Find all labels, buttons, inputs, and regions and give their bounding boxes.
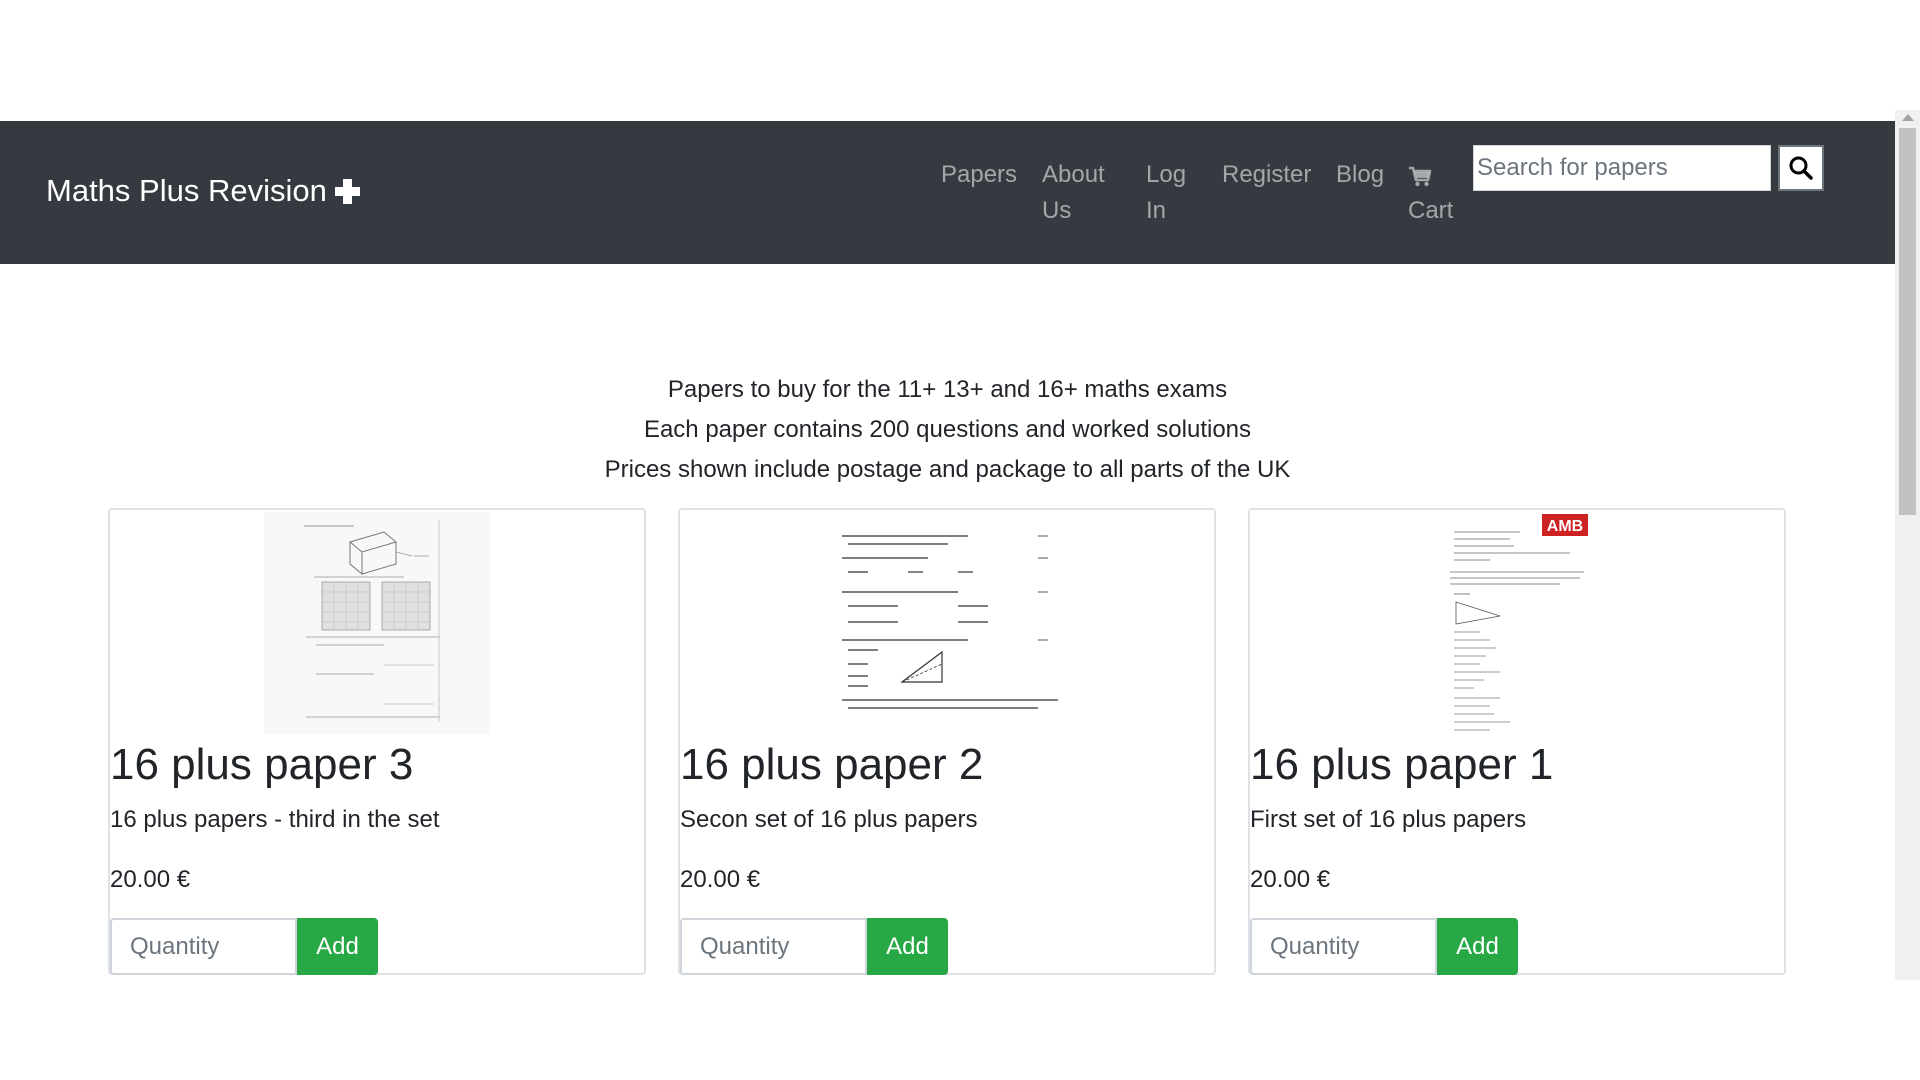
intro-line-questions: Each paper contains 200 questions and wo…: [643, 416, 1252, 443]
product-card: 16 plus paper 3 16 plus papers - third i…: [108, 508, 646, 975]
product-price: 20.00 €: [110, 866, 191, 893]
product-price: 20.00 €: [680, 866, 761, 893]
nav-link-cart[interactable]: Cart: [1408, 157, 1453, 229]
thumbnail-logo: AMB: [1547, 518, 1583, 535]
add-to-cart-button[interactable]: Add: [297, 918, 378, 975]
search-icon: [1789, 156, 1813, 180]
product-title[interactable]: 16 plus paper 1: [1250, 735, 1553, 795]
add-to-cart-button[interactable]: Add: [867, 918, 948, 975]
top-navbar: Maths Plus Revision Papers About Us Log …: [0, 121, 1895, 264]
product-card: 16 plus paper 2 Secon set of 16 plus pap…: [678, 508, 1216, 975]
product-card: AMB 16 plus paper 1 First set of 16 plus…: [1248, 508, 1786, 975]
page-scrollbar[interactable]: [1895, 110, 1920, 980]
shopping-cart-icon: [1409, 166, 1432, 187]
search-input[interactable]: [1473, 145, 1771, 191]
nav-link-blog[interactable]: Blog: [1336, 157, 1384, 193]
product-title[interactable]: 16 plus paper 3: [110, 735, 413, 795]
brand-link[interactable]: Maths Plus Revision: [46, 173, 360, 209]
quantity-input[interactable]: [110, 918, 297, 975]
intro-text: Papers to buy for the 11+ 13+ and 16+ ma…: [0, 370, 1895, 490]
paper-1-thumbnail[interactable]: AMB: [1450, 512, 1588, 734]
quantity-input[interactable]: [680, 918, 867, 975]
scrollbar-thumb[interactable]: [1899, 128, 1916, 515]
search-button[interactable]: [1778, 145, 1824, 191]
nav-link-register[interactable]: Register: [1222, 157, 1311, 193]
paper-3-thumbnail[interactable]: [264, 512, 490, 734]
intro-line-exams: Papers to buy for the 11+ 13+ and 16+ ma…: [667, 376, 1228, 403]
nav-link-log-in[interactable]: Log In: [1146, 157, 1192, 229]
product-description: 16 plus papers - third in the set: [110, 806, 440, 833]
quantity-input[interactable]: [1250, 918, 1437, 975]
scroll-up-arrow-icon[interactable]: [1902, 114, 1914, 121]
nav-link-papers[interactable]: Papers: [941, 157, 1017, 193]
product-description: Secon set of 16 plus papers: [680, 806, 978, 833]
plus-icon: [334, 178, 360, 204]
add-to-cart-button[interactable]: Add: [1437, 918, 1518, 975]
product-price: 20.00 €: [1250, 866, 1331, 893]
product-description: First set of 16 plus papers: [1250, 806, 1527, 833]
cart-label: Cart: [1408, 197, 1454, 224]
paper-2-thumbnail[interactable]: [838, 512, 1060, 734]
intro-line-postage: Prices shown include postage and package…: [604, 456, 1291, 483]
nav-link-about-us[interactable]: About Us: [1042, 157, 1112, 229]
brand-name: Maths Plus Revision: [46, 173, 327, 208]
product-title[interactable]: 16 plus paper 2: [680, 735, 983, 795]
